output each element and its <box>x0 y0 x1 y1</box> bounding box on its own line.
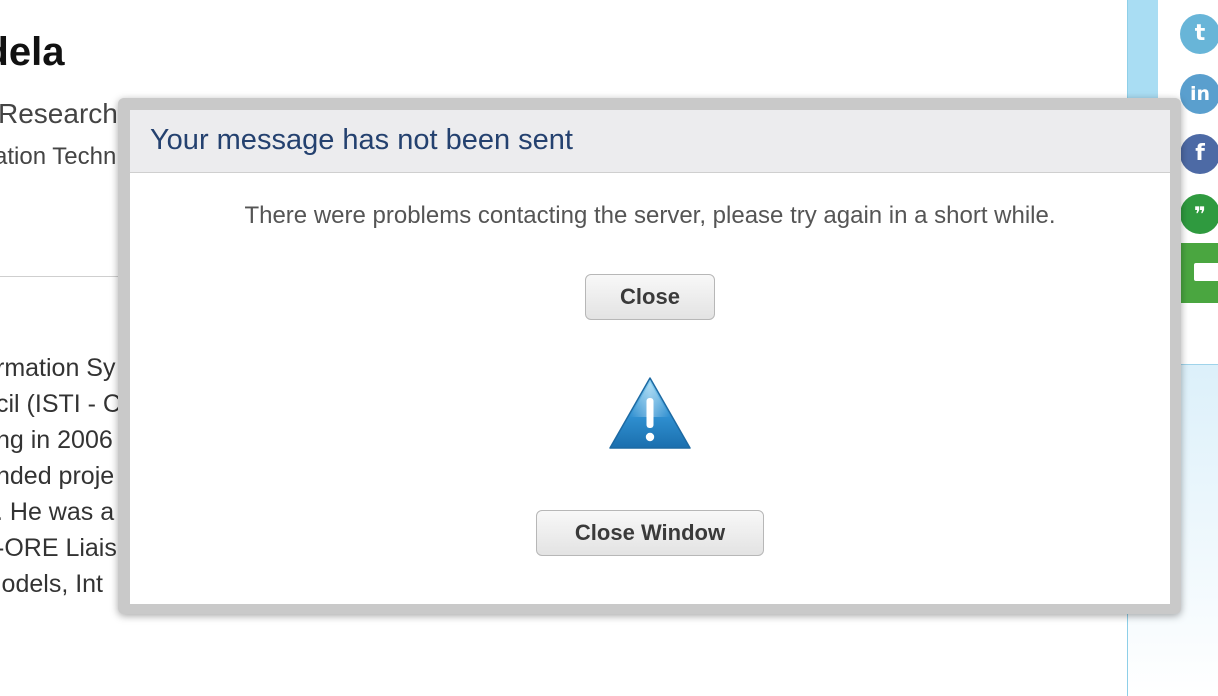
profile-role: Research <box>0 98 118 129</box>
bio-line: cil (ISTI - C <box>0 390 121 418</box>
dialog-title: Your message has not been sent <box>150 124 573 156</box>
linkedin-icon[interactable]: in <box>1180 74 1218 114</box>
hangouts-icon[interactable]: ❞ <box>1180 194 1218 234</box>
bio-line: lodels, Int <box>0 570 104 598</box>
profile-bio: rmation Sy cil (ISTI - C ng in 2006 nded… <box>0 350 121 602</box>
bio-line: rmation Sy <box>0 354 116 382</box>
bio-line: ng in 2006 <box>0 426 113 454</box>
dialog-message: There were problems contacting the serve… <box>244 202 1056 229</box>
page: ndela Research ation Techn rmation Sy ci… <box>0 0 1218 696</box>
close-button[interactable]: Close <box>585 274 715 320</box>
warning-icon <box>609 377 691 449</box>
facebook-icon[interactable]: f <box>1180 134 1218 174</box>
email-icon-shape <box>1194 263 1218 281</box>
dialog-header: Your message has not been sent <box>130 110 1170 173</box>
close-window-button[interactable]: Close Window <box>536 510 764 556</box>
bio-line: nded proje <box>0 462 115 490</box>
bio-line: -ORE Liais <box>0 534 117 562</box>
twitter-icon[interactable]: t <box>1180 14 1218 54</box>
profile-name-heading: ndela <box>0 30 65 74</box>
bio-line: . He was a <box>0 498 115 526</box>
profile-department: ation Techn <box>0 143 117 170</box>
email-icon[interactable] <box>1180 243 1218 303</box>
error-dialog: Your message has not been sent There wer… <box>130 110 1170 604</box>
